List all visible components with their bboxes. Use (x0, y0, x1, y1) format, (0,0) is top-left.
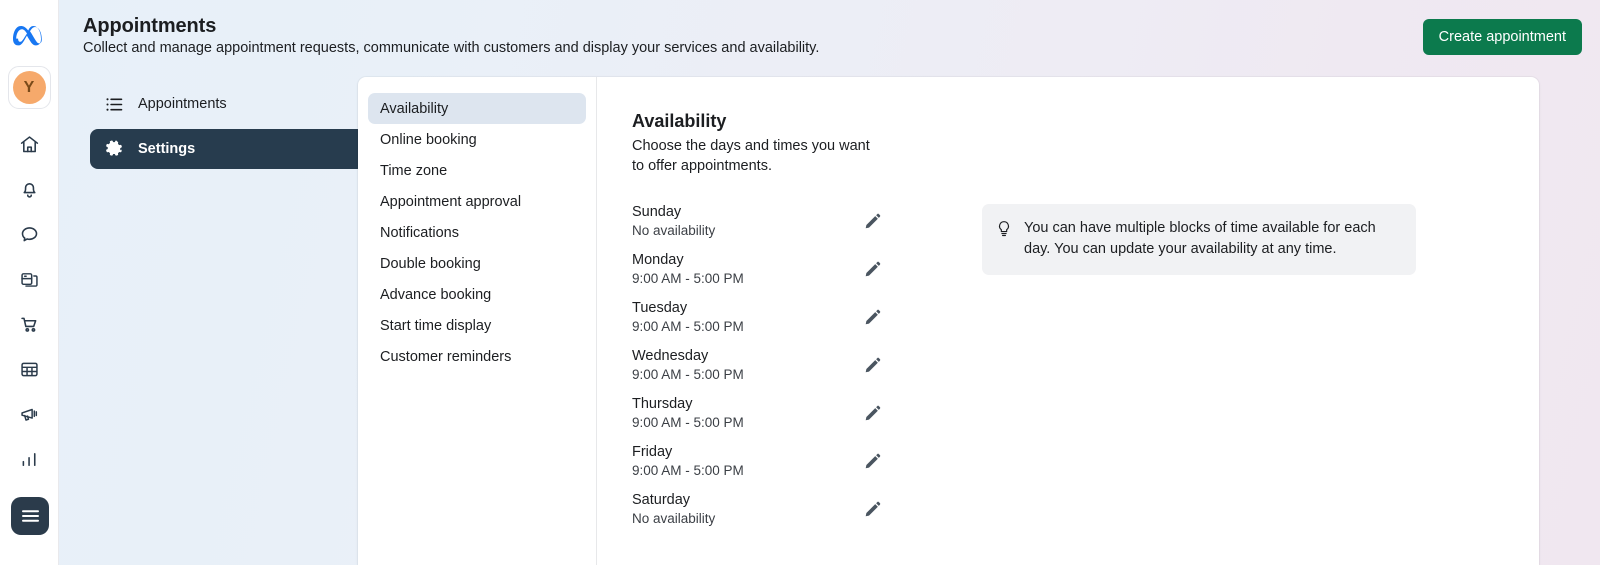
sidebar-item-label: Settings (138, 141, 196, 157)
table-row: Wednesday 9:00 AM - 5:00 PM (632, 341, 886, 389)
day-name: Saturday (632, 492, 691, 508)
pencil-icon (865, 261, 880, 276)
availability-title: Availability (632, 111, 727, 131)
settings-item-label: Advance booking (380, 286, 492, 303)
tip-text: You can have multiple blocks of time ava… (1024, 220, 1376, 257)
edit-tuesday-button[interactable] (858, 303, 886, 331)
gear-icon (104, 139, 124, 159)
availability-description: Choose the days and times you want to of… (632, 138, 870, 174)
bar-chart-icon[interactable] (7, 437, 51, 482)
day-time: 9:00 AM - 5:00 PM (632, 319, 744, 334)
settings-item-double-booking[interactable]: Double booking (368, 248, 586, 279)
availability-detail: Availability Choose the days and times y… (597, 77, 1539, 565)
day-time: 9:00 AM - 5:00 PM (632, 415, 744, 430)
settings-item-advance-booking[interactable]: Advance booking (368, 279, 586, 310)
pages-icon[interactable] (7, 257, 51, 302)
sidebar-item-label: Appointments (138, 96, 227, 112)
pencil-icon (865, 501, 880, 516)
edit-friday-button[interactable] (858, 447, 886, 475)
edit-monday-button[interactable] (858, 255, 886, 283)
day-time: No availability (632, 511, 716, 526)
settings-item-availability[interactable]: Availability (368, 93, 586, 124)
settings-item-label: Customer reminders (380, 348, 512, 365)
settings-item-label: Online booking (380, 131, 477, 148)
chat-bubble-icon[interactable] (7, 212, 51, 257)
settings-item-label: Appointment approval (380, 193, 522, 210)
day-name: Wednesday (632, 348, 709, 364)
table-row: Friday 9:00 AM - 5:00 PM (632, 437, 886, 485)
edit-sunday-button[interactable] (858, 207, 886, 235)
lightbulb-icon (996, 218, 1013, 260)
edit-thursday-button[interactable] (858, 399, 886, 427)
settings-item-label: Notifications (380, 224, 459, 241)
edit-saturday-button[interactable] (858, 495, 886, 523)
table-row: Monday 9:00 AM - 5:00 PM (632, 245, 886, 293)
availability-day-list: Sunday No availability Monday 9:00 AM - … (632, 197, 886, 533)
page-title: Appointments (83, 15, 217, 37)
settings-menu: Availability Online booking Time zone Ap… (358, 77, 597, 565)
page-subtitle: Collect and manage appointment requests,… (83, 40, 820, 56)
page-header: Appointments Collect and manage appointm… (59, 0, 1600, 77)
home-icon[interactable] (7, 122, 51, 167)
icon-rail: Y (0, 0, 59, 565)
list-icon (104, 94, 124, 114)
table-row: Thursday 9:00 AM - 5:00 PM (632, 389, 886, 437)
shopping-cart-icon[interactable] (7, 302, 51, 347)
pencil-icon (865, 405, 880, 420)
pencil-icon (865, 453, 880, 468)
pencil-icon (865, 357, 880, 372)
settings-item-start-time-display[interactable]: Start time display (368, 310, 586, 341)
day-name: Friday (632, 444, 673, 460)
pencil-icon (865, 309, 880, 324)
grid-table-icon[interactable] (7, 347, 51, 392)
settings-item-time-zone[interactable]: Time zone (368, 155, 586, 186)
meta-logo-icon (11, 17, 47, 53)
settings-card: Availability Online booking Time zone Ap… (358, 77, 1539, 565)
settings-item-label: Time zone (380, 162, 448, 179)
sidebar-item-appointments[interactable]: Appointments (90, 86, 365, 122)
table-row: Tuesday 9:00 AM - 5:00 PM (632, 293, 886, 341)
megaphone-icon[interactable] (7, 392, 51, 437)
day-name: Tuesday (632, 300, 688, 316)
day-name: Monday (632, 252, 684, 268)
create-appointment-button[interactable]: Create appointment (1422, 19, 1582, 55)
table-row: Sunday No availability (632, 197, 886, 245)
avatar-initial: Y (12, 71, 46, 104)
day-time: 9:00 AM - 5:00 PM (632, 367, 744, 382)
day-time: No availability (632, 223, 716, 238)
pencil-icon (865, 213, 880, 228)
bell-icon[interactable] (7, 167, 51, 212)
rail-icon-list (7, 122, 51, 482)
section-nav: Appointments Settings (90, 86, 365, 169)
avatar[interactable]: Y (7, 66, 51, 109)
sidebar-item-settings[interactable]: Settings (90, 129, 365, 169)
edit-wednesday-button[interactable] (858, 351, 886, 379)
table-row: Saturday No availability (632, 485, 886, 533)
day-name: Sunday (632, 204, 682, 220)
hamburger-menu-icon[interactable] (11, 497, 49, 535)
tip-banner: You can have multiple blocks of time ava… (982, 204, 1416, 275)
settings-item-label: Availability (380, 100, 449, 117)
page-area: Appointments Collect and manage appointm… (59, 0, 1600, 565)
day-time: 9:00 AM - 5:00 PM (632, 463, 744, 478)
settings-item-notifications[interactable]: Notifications (368, 217, 586, 248)
settings-item-label: Double booking (380, 255, 481, 272)
settings-item-online-booking[interactable]: Online booking (368, 124, 586, 155)
settings-item-label: Start time display (380, 317, 492, 334)
settings-item-appointment-approval[interactable]: Appointment approval (368, 186, 586, 217)
day-time: 9:00 AM - 5:00 PM (632, 271, 744, 286)
settings-item-customer-reminders[interactable]: Customer reminders (368, 341, 586, 372)
appointments-app: Y Appointments Collect and manage appoin… (0, 0, 1600, 565)
day-name: Thursday (632, 396, 693, 412)
